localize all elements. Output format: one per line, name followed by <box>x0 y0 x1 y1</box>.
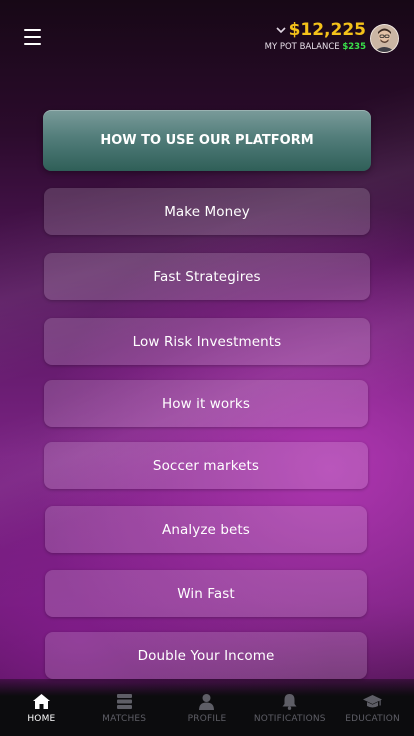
nav-item-notifications[interactable]: NOTIFICATIONS <box>248 679 331 736</box>
win-fast-button[interactable]: Win Fast <box>45 570 367 617</box>
how-to-use-platform-button[interactable]: HOW TO USE OUR PLATFORM <box>43 110 371 171</box>
fast-strategies-button[interactable]: Fast Strategires <box>44 253 370 300</box>
matches-icon <box>116 694 132 709</box>
nav-label: HOME <box>27 714 56 724</box>
how-it-works-button[interactable]: How it works <box>44 380 368 427</box>
analyze-bets-button[interactable]: Analyze bets <box>45 506 367 553</box>
header: $12,225 MY POT BALANCE $235 <box>0 0 414 70</box>
bell-icon <box>282 694 297 710</box>
chevron-down-icon[interactable] <box>275 25 286 35</box>
avatar[interactable] <box>370 24 399 53</box>
make-money-button[interactable]: Make Money <box>44 188 370 235</box>
nav-item-education[interactable]: EDUCATION <box>331 679 414 736</box>
soccer-markets-button[interactable]: Soccer markets <box>44 442 368 489</box>
home-icon <box>32 694 50 709</box>
double-your-income-button[interactable]: Double Your Income <box>45 632 367 679</box>
nav-label: PROFILE <box>187 714 227 724</box>
pot-balance-value: $235 <box>342 42 366 52</box>
bottom-nav: HOME MATCHES PROFILE NOTIFICATIONS EDUCA… <box>0 679 414 736</box>
balance-block[interactable]: $12,225 MY POT BALANCE $235 <box>265 20 366 52</box>
pot-balance: MY POT BALANCE $235 <box>265 42 366 52</box>
nav-label: MATCHES <box>102 714 147 724</box>
nav-item-profile[interactable]: PROFILE <box>166 679 249 736</box>
graduation-cap-icon <box>363 695 383 708</box>
nav-label: EDUCATION <box>345 714 400 724</box>
nav-label: NOTIFICATIONS <box>253 714 326 724</box>
nav-item-matches[interactable]: MATCHES <box>83 679 166 736</box>
low-risk-investments-button[interactable]: Low Risk Investments <box>44 318 370 365</box>
hamburger-menu-icon[interactable] <box>24 29 41 46</box>
balance-amount: $12,225 <box>288 20 366 40</box>
pot-balance-label: MY POT BALANCE <box>264 42 340 52</box>
profile-icon <box>199 694 215 710</box>
nav-item-home[interactable]: HOME <box>0 679 83 736</box>
